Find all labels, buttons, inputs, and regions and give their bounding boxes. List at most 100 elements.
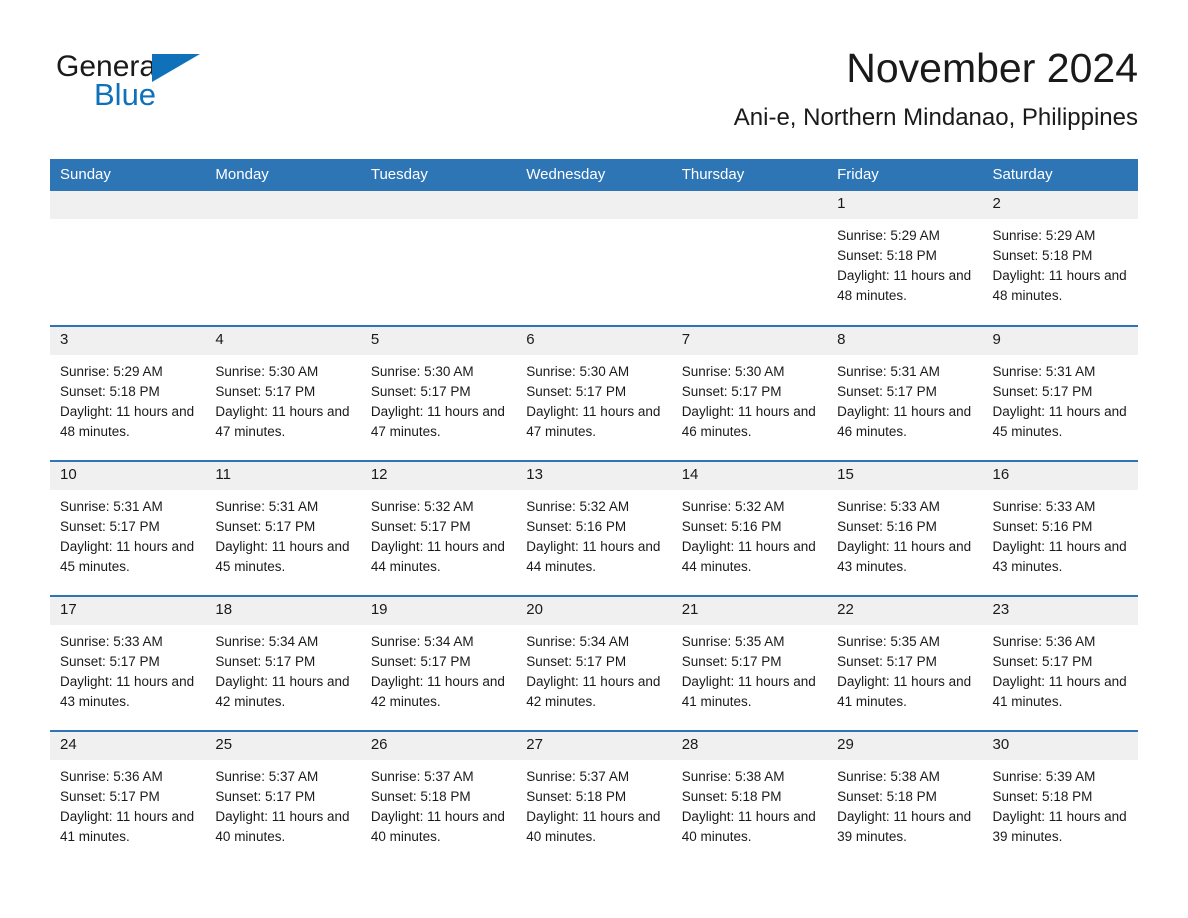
daylight-text: Daylight: 11 hours and 48 minutes. <box>60 403 195 439</box>
sunrise-text: Sunrise: 5:29 AM <box>992 227 1096 243</box>
calendar-day-cell[interactable]: 30 Sunrise: 5:39 AM Sunset: 5:18 PM Dayligh… <box>982 730 1138 866</box>
day-number: 21 <box>671 597 828 625</box>
daylight-text: Daylight: 11 hours and 43 minutes. <box>837 538 972 574</box>
calendar-empty-cell <box>671 191 828 326</box>
daylight-text: Daylight: 11 hours and 43 minutes. <box>60 673 195 709</box>
day-cell-inner: 14 Sunrise: 5:32 AM Sunset: 5:16 PM Dayligh… <box>671 462 828 595</box>
calendar-day-cell[interactable]: 4 Sunrise: 5:30 AM Sunset: 5:17 PM Daylight… <box>205 325 361 461</box>
sunset-text: Sunset: 5:18 PM <box>837 788 937 804</box>
calendar-day-cell[interactable]: 3 Sunrise: 5:29 AM Sunset: 5:18 PM Daylight… <box>50 325 206 461</box>
calendar-day-cell[interactable]: 2 Sunrise: 5:29 AM Sunset: 5:18 PM Daylight… <box>982 191 1138 326</box>
triangle-icon <box>152 54 200 82</box>
daylight-text: Daylight: 11 hours and 42 minutes. <box>370 673 505 709</box>
sunrise-text: Sunrise: 5:34 AM <box>526 633 630 649</box>
calendar-day-cell[interactable]: 21 Sunrise: 5:35 AM Sunset: 5:17 PM Dayligh… <box>671 595 828 731</box>
day-info: Sunrise: 5:30 AM Sunset: 5:17 PM Daylight:… <box>361 355 516 442</box>
day-number: 28 <box>671 732 828 760</box>
day-cell-inner: 26 Sunrise: 5:37 AM Sunset: 5:18 PM Dayligh… <box>360 732 517 866</box>
daylight-text: Daylight: 11 hours and 45 minutes. <box>215 538 350 574</box>
calendar-day-cell[interactable]: 25 Sunrise: 5:37 AM Sunset: 5:17 PM Dayligh… <box>205 730 361 866</box>
day-number: 11 <box>205 462 361 490</box>
calendar-day-cell[interactable]: 11 Sunrise: 5:31 AM Sunset: 5:17 PM Dayligh… <box>205 460 361 596</box>
calendar-day-cell[interactable]: 7 Sunrise: 5:30 AM Sunset: 5:17 PM Daylight… <box>671 325 828 461</box>
day-number: 6 <box>516 327 672 355</box>
daylight-text: Daylight: 11 hours and 47 minutes. <box>370 403 505 439</box>
calendar-day-cell[interactable]: 1 Sunrise: 5:29 AM Sunset: 5:18 PM Daylight… <box>827 191 983 326</box>
day-number: 13 <box>516 462 672 490</box>
weekday-header-sunday: Sunday <box>50 159 206 191</box>
calendar-day-cell[interactable]: 28 Sunrise: 5:38 AM Sunset: 5:18 PM Dayligh… <box>671 730 828 866</box>
calendar-day-cell[interactable]: 8 Sunrise: 5:31 AM Sunset: 5:17 PM Daylight… <box>827 325 983 461</box>
calendar-day-cell[interactable]: 16 Sunrise: 5:33 AM Sunset: 5:16 PM Dayligh… <box>982 460 1138 596</box>
calendar-empty-cell <box>516 191 672 326</box>
day-cell-inner: 13 Sunrise: 5:32 AM Sunset: 5:16 PM Dayligh… <box>516 462 672 595</box>
day-cell-inner: 28 Sunrise: 5:38 AM Sunset: 5:18 PM Dayligh… <box>671 732 828 866</box>
calendar-day-cell[interactable]: 13 Sunrise: 5:32 AM Sunset: 5:16 PM Dayligh… <box>516 460 672 596</box>
sunrise-text: Sunrise: 5:37 AM <box>370 768 474 784</box>
calendar-day-cell[interactable]: 23 Sunrise: 5:36 AM Sunset: 5:17 PM Dayligh… <box>982 595 1138 731</box>
sunset-text: Sunset: 5:17 PM <box>526 383 627 399</box>
day-cell-inner: 2 Sunrise: 5:29 AM Sunset: 5:18 PM Daylight… <box>982 191 1138 325</box>
calendar-day-cell[interactable]: 15 Sunrise: 5:33 AM Sunset: 5:16 PM Dayligh… <box>827 460 983 596</box>
calendar-day-cell[interactable]: 10 Sunrise: 5:31 AM Sunset: 5:17 PM Dayligh… <box>50 460 206 596</box>
sunset-text: Sunset: 5:17 PM <box>215 383 316 399</box>
day-info: Sunrise: 5:32 AM Sunset: 5:16 PM Daylight:… <box>672 490 827 577</box>
day-cell-inner: 10 Sunrise: 5:31 AM Sunset: 5:17 PM Dayligh… <box>50 462 206 595</box>
calendar-day-cell[interactable]: 17 Sunrise: 5:33 AM Sunset: 5:17 PM Dayligh… <box>50 595 206 731</box>
calendar-day-cell[interactable]: 22 Sunrise: 5:35 AM Sunset: 5:17 PM Dayligh… <box>827 595 983 731</box>
day-info: Sunrise: 5:34 AM Sunset: 5:17 PM Daylight:… <box>361 625 516 712</box>
calendar-day-cell[interactable]: 6 Sunrise: 5:30 AM Sunset: 5:17 PM Daylight… <box>516 325 672 461</box>
day-cell-inner: 11 Sunrise: 5:31 AM Sunset: 5:17 PM Dayligh… <box>205 462 361 595</box>
daylight-text: Daylight: 11 hours and 42 minutes. <box>526 673 661 709</box>
sunrise-text: Sunrise: 5:32 AM <box>526 498 630 514</box>
weekday-header-friday: Friday <box>827 159 983 191</box>
day-cell-inner: 25 Sunrise: 5:37 AM Sunset: 5:17 PM Dayligh… <box>205 732 361 866</box>
day-number: 26 <box>360 732 517 760</box>
calendar-day-cell[interactable]: 14 Sunrise: 5:32 AM Sunset: 5:16 PM Dayligh… <box>671 460 828 596</box>
daylight-text: Daylight: 11 hours and 44 minutes. <box>526 538 661 574</box>
calendar-day-cell[interactable]: 24 Sunrise: 5:36 AM Sunset: 5:17 PM Dayligh… <box>50 730 206 866</box>
day-number <box>671 191 828 219</box>
sunset-text: Sunset: 5:17 PM <box>370 383 471 399</box>
calendar-day-cell[interactable]: 5 Sunrise: 5:30 AM Sunset: 5:17 PM Daylight… <box>360 325 517 461</box>
day-cell-inner: 23 Sunrise: 5:36 AM Sunset: 5:17 PM Dayligh… <box>982 597 1138 730</box>
sunset-text: Sunset: 5:16 PM <box>681 518 782 534</box>
day-number <box>50 191 206 219</box>
day-info: Sunrise: 5:30 AM Sunset: 5:17 PM Daylight:… <box>672 355 827 442</box>
day-cell-inner <box>671 191 828 325</box>
calendar-day-cell[interactable]: 19 Sunrise: 5:34 AM Sunset: 5:17 PM Dayligh… <box>360 595 517 731</box>
day-cell-inner: 15 Sunrise: 5:33 AM Sunset: 5:16 PM Dayligh… <box>827 462 983 595</box>
sunrise-text: Sunrise: 5:39 AM <box>992 768 1096 784</box>
day-info: Sunrise: 5:36 AM Sunset: 5:17 PM Daylight:… <box>983 625 1138 712</box>
calendar-day-cell[interactable]: 9 Sunrise: 5:31 AM Sunset: 5:17 PM Daylight… <box>982 325 1138 461</box>
day-info: Sunrise: 5:29 AM Sunset: 5:18 PM Daylight:… <box>827 219 982 306</box>
day-cell-inner: 1 Sunrise: 5:29 AM Sunset: 5:18 PM Daylight… <box>827 191 983 325</box>
day-cell-inner: 30 Sunrise: 5:39 AM Sunset: 5:18 PM Dayligh… <box>982 732 1138 866</box>
calendar-day-cell[interactable]: 29 Sunrise: 5:38 AM Sunset: 5:18 PM Dayligh… <box>827 730 983 866</box>
day-info: Sunrise: 5:30 AM Sunset: 5:17 PM Daylight:… <box>205 355 360 442</box>
weekday-header-thursday: Thursday <box>671 159 828 191</box>
calendar-day-cell[interactable]: 20 Sunrise: 5:34 AM Sunset: 5:17 PM Dayligh… <box>516 595 672 731</box>
day-info: Sunrise: 5:31 AM Sunset: 5:17 PM Daylight:… <box>983 355 1138 442</box>
sunrise-text: Sunrise: 5:30 AM <box>370 363 474 379</box>
calendar-day-cell[interactable]: 12 Sunrise: 5:32 AM Sunset: 5:17 PM Dayligh… <box>360 460 517 596</box>
sunrise-text: Sunrise: 5:29 AM <box>60 363 163 379</box>
day-info: Sunrise: 5:37 AM Sunset: 5:18 PM Daylight:… <box>361 760 516 847</box>
sunrise-text: Sunrise: 5:34 AM <box>370 633 474 649</box>
day-cell-inner: 27 Sunrise: 5:37 AM Sunset: 5:18 PM Dayligh… <box>516 732 672 866</box>
calendar-day-cell[interactable]: 27 Sunrise: 5:37 AM Sunset: 5:18 PM Dayligh… <box>516 730 672 866</box>
calendar-day-cell[interactable]: 26 Sunrise: 5:37 AM Sunset: 5:18 PM Dayligh… <box>360 730 517 866</box>
day-cell-inner: 17 Sunrise: 5:33 AM Sunset: 5:17 PM Dayligh… <box>50 597 206 730</box>
page-title: November 2024 <box>846 45 1138 91</box>
day-number: 15 <box>827 462 983 490</box>
day-cell-inner: 21 Sunrise: 5:35 AM Sunset: 5:17 PM Dayligh… <box>671 597 828 730</box>
calendar-day-cell[interactable]: 18 Sunrise: 5:34 AM Sunset: 5:17 PM Dayligh… <box>205 595 361 731</box>
day-cell-inner: 29 Sunrise: 5:38 AM Sunset: 5:18 PM Dayligh… <box>827 732 983 866</box>
weekday-header-tuesday: Tuesday <box>360 159 517 191</box>
day-number: 18 <box>205 597 361 625</box>
calendar-week-row: 17 Sunrise: 5:33 AM Sunset: 5:17 PM Dayligh… <box>50 595 1138 731</box>
sunset-text: Sunset: 5:17 PM <box>526 653 627 669</box>
day-cell-inner: 22 Sunrise: 5:35 AM Sunset: 5:17 PM Dayligh… <box>827 597 983 730</box>
sunset-text: Sunset: 5:17 PM <box>370 653 471 669</box>
day-info: Sunrise: 5:32 AM Sunset: 5:17 PM Daylight:… <box>361 490 516 577</box>
